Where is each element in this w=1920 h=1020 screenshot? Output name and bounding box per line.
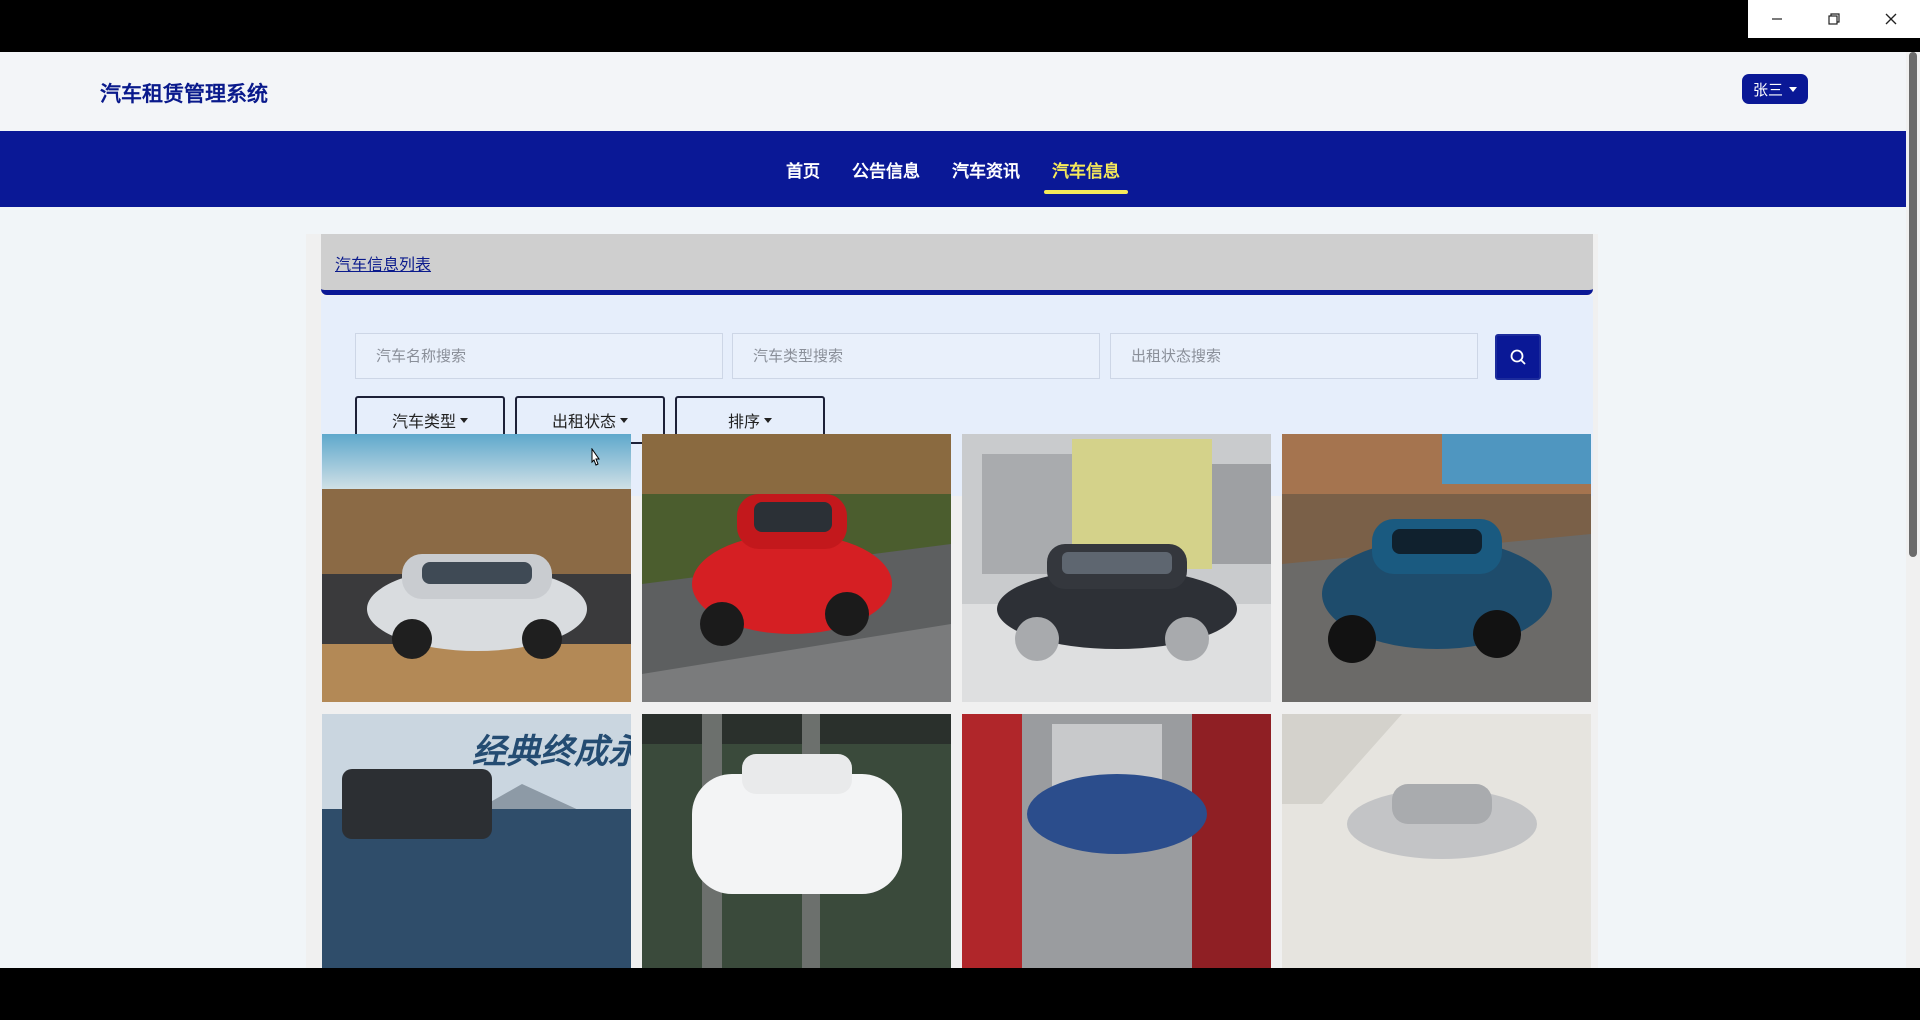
scrollbar-thumb[interactable] (1909, 52, 1917, 557)
main-nav: 首页 公告信息 汽车资讯 汽车信息 (0, 131, 1906, 207)
car-image (322, 434, 631, 702)
car-type-search-input[interactable] (732, 333, 1100, 379)
page: 汽车租赁管理系统 张三 首页 公告信息 汽车资讯 汽车信息 汽车信息列表 汽车名… (0, 52, 1906, 968)
restore-icon[interactable] (1805, 0, 1862, 38)
car-card[interactable] (962, 714, 1271, 968)
rent-status-dropdown-label: 出租状态 (551, 412, 616, 431)
car-name-search-input[interactable] (355, 333, 723, 379)
close-icon[interactable] (1863, 0, 1920, 38)
car-image (642, 434, 951, 702)
search-icon (1510, 349, 1526, 365)
nav-item-cars[interactable]: 汽车信息 (1044, 151, 1128, 194)
window-controls (1748, 0, 1920, 38)
sort-dropdown-label: 排序 (727, 412, 760, 431)
car-card[interactable] (322, 434, 631, 702)
car-image (962, 434, 1271, 702)
breadcrumb-link[interactable]: 汽车信息列表 (335, 251, 431, 275)
nav-item-news[interactable]: 汽车资讯 (948, 151, 1024, 188)
minimize-icon[interactable] (1748, 0, 1805, 38)
rent-status-search-input[interactable] (1110, 333, 1478, 379)
site-brand[interactable]: 汽车租赁管理系统 (100, 78, 268, 108)
car-type-dropdown-label: 汽车类型 (391, 412, 456, 431)
chevron-down-icon (1789, 86, 1797, 92)
chevron-down-icon (620, 417, 628, 423)
car-card[interactable] (1282, 434, 1591, 702)
car-card[interactable] (642, 714, 951, 968)
page-scrollbar[interactable] (1906, 52, 1920, 968)
user-menu-button[interactable]: 张三 (1742, 74, 1808, 104)
car-card[interactable] (1282, 714, 1591, 968)
nav-item-home[interactable]: 首页 (782, 151, 824, 188)
chevron-down-icon (764, 417, 772, 423)
mouse-cursor-icon (591, 448, 600, 466)
site-header: 汽车租赁管理系统 张三 (0, 52, 1906, 130)
car-image (1282, 434, 1591, 702)
user-name: 张三 (1752, 80, 1783, 99)
chevron-down-icon (460, 417, 468, 423)
car-banner-text: 经典终成永恒 (472, 732, 631, 772)
car-card[interactable]: 经典终成永恒 (322, 714, 631, 968)
nav-item-notices[interactable]: 公告信息 (848, 151, 924, 188)
search-button[interactable] (1495, 334, 1541, 380)
car-card[interactable] (962, 434, 1271, 702)
window-titlebar (0, 0, 1920, 52)
car-image (962, 714, 1271, 968)
car-image (642, 714, 951, 968)
breadcrumb: 汽车信息列表 (321, 234, 1593, 295)
taskbar (0, 968, 1920, 1020)
car-image (1282, 714, 1591, 968)
car-card[interactable] (642, 434, 951, 702)
